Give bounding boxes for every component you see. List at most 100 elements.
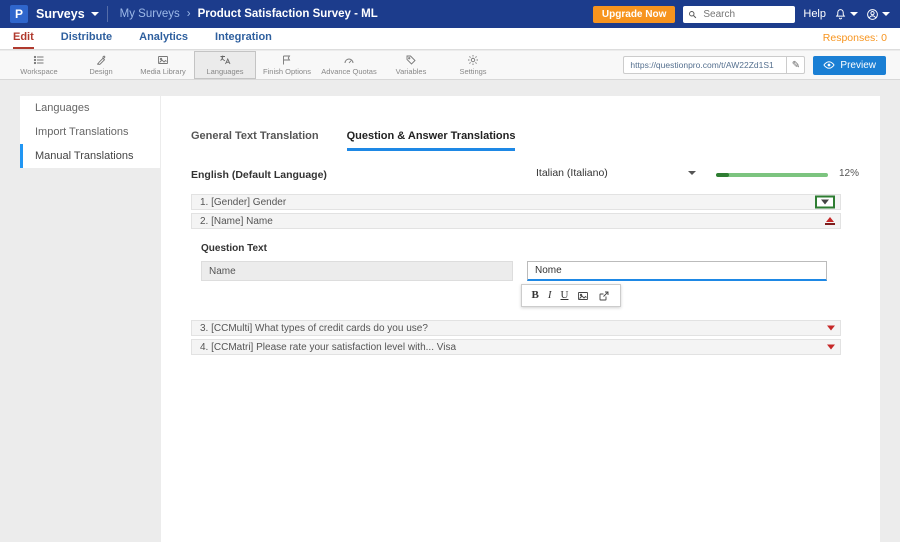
translations-sidebar: Languages Import Translations Manual Tra… (20, 96, 160, 168)
main-nav: Edit Distribute Analytics Integration Re… (0, 28, 900, 50)
target-language-value: Italian (Italiano) (536, 167, 608, 179)
breadcrumb-separator: › (186, 8, 191, 20)
eye-icon (823, 61, 836, 69)
tool-design[interactable]: Design (70, 51, 132, 79)
avatar-icon (867, 8, 878, 20)
expand-control[interactable] (827, 344, 835, 350)
chevron-up-icon (825, 217, 835, 225)
translation-tabs: General Text Translation Question & Answ… (191, 130, 516, 151)
chevron-down-icon (882, 12, 890, 16)
tool-label: Variables (395, 67, 427, 76)
app-window: P Surveys My Surveys › Product Satisfact… (0, 0, 900, 542)
workspace-icon (33, 55, 44, 65)
survey-title: Product Satisfaction Survey - ML (197, 8, 378, 20)
variables-tag-icon (406, 55, 416, 65)
product-menu-label: Surveys (36, 7, 85, 21)
image-icon (578, 291, 589, 300)
chevron-down-icon (688, 171, 696, 175)
chevron-down-icon (827, 325, 835, 331)
tool-label: Languages (206, 67, 244, 76)
preview-button[interactable]: Preview (813, 55, 886, 75)
edit-toolbar: Workspace Design Media Library Languages… (0, 51, 900, 80)
quota-gauge-icon (344, 58, 354, 64)
survey-url-box: ✎ (623, 56, 806, 74)
external-link-icon (600, 291, 609, 300)
breadcrumb-my-surveys[interactable]: My Surveys (120, 8, 180, 20)
question-row-label: 3. [CCMulti] What types of credit cards … (200, 322, 428, 334)
nav-item-distribute[interactable]: Distribute (61, 29, 112, 49)
tool-label: Advance Quotas (321, 67, 377, 76)
settings-gear-icon (468, 55, 478, 65)
question-row-gender[interactable]: 1. [Gender] Gender (191, 194, 841, 210)
selection-highlight-box (815, 195, 835, 209)
search-icon (689, 10, 697, 18)
search-input[interactable] (701, 7, 791, 21)
question-row-ccmatri[interactable]: 4. [CCMatri] Please rate your satisfacti… (191, 339, 841, 355)
tool-settings[interactable]: Settings (442, 51, 504, 79)
tool-variables[interactable]: Variables (380, 51, 442, 79)
sidebar-item-manual-translations[interactable]: Manual Translations (20, 144, 160, 168)
source-text-input (201, 261, 513, 281)
insert-link-button[interactable] (598, 290, 610, 302)
notifications-menu[interactable] (834, 8, 858, 21)
breadcrumb: My Surveys › Product Satisfaction Survey… (120, 8, 378, 20)
bell-icon (835, 8, 846, 19)
tool-finish-options[interactable]: Finish Options (256, 51, 318, 79)
collapse-control[interactable] (825, 217, 835, 225)
question-list: 1. [Gender] Gender 2. [Name] Name Questi… (191, 194, 841, 358)
target-text-input[interactable] (527, 261, 827, 281)
tool-label: Media Library (140, 67, 186, 76)
source-language-label: English (Default Language) (191, 169, 327, 181)
tool-workspace[interactable]: Workspace (8, 51, 70, 79)
question-row-ccmulti[interactable]: 3. [CCMulti] What types of credit cards … (191, 320, 841, 336)
expand-control[interactable] (815, 195, 835, 209)
question-editor: Question Text B I U (191, 243, 841, 317)
nav-item-analytics[interactable]: Analytics (139, 29, 188, 49)
media-library-icon (158, 56, 168, 64)
target-language-select[interactable]: Italian (Italiano) (536, 167, 696, 179)
questionpro-logo: P (10, 5, 28, 23)
tool-label: Finish Options (263, 67, 311, 76)
survey-url-input[interactable] (624, 60, 787, 70)
sidebar-item-languages[interactable]: Languages (20, 96, 160, 120)
tool-label: Settings (459, 67, 487, 76)
translation-progress-bar (716, 173, 828, 177)
chevron-down-icon (850, 12, 858, 16)
tool-advance-quotas[interactable]: Advance Quotas (318, 51, 380, 79)
translation-progress-fill (716, 173, 730, 177)
insert-image-button[interactable] (577, 290, 589, 302)
help-link[interactable]: Help (803, 8, 826, 20)
tab-general-text-translation[interactable]: General Text Translation (191, 130, 319, 151)
formatting-toolbar: B I U (521, 284, 621, 307)
question-row-name[interactable]: 2. [Name] Name (191, 213, 841, 229)
question-row-label: 4. [CCMatri] Please rate your satisfacti… (200, 341, 457, 353)
nav-item-edit[interactable]: Edit (13, 29, 34, 49)
finish-flag-icon (283, 55, 291, 65)
product-menu[interactable]: Surveys (36, 7, 99, 21)
bold-button[interactable]: B (532, 290, 539, 301)
sidebar-item-import-translations[interactable]: Import Translations (20, 120, 160, 144)
languages-translate-icon (220, 55, 231, 65)
expand-control[interactable] (827, 325, 835, 331)
question-row-label: 2. [Name] Name (200, 215, 273, 227)
search-box[interactable] (683, 5, 796, 23)
tab-question-answer-translations[interactable]: Question & Answer Translations (346, 130, 516, 151)
upgrade-now-button[interactable]: Upgrade Now (592, 5, 676, 23)
account-menu[interactable] (866, 8, 890, 21)
italic-button[interactable]: I (548, 290, 552, 301)
nav-item-integration[interactable]: Integration (215, 29, 272, 49)
caret-bar (825, 223, 835, 225)
chevron-down-icon (90, 12, 99, 16)
underline-button[interactable]: U (561, 290, 569, 301)
question-row-label: 1. [Gender] Gender (200, 196, 287, 208)
tool-media-library[interactable]: Media Library (132, 51, 194, 79)
design-brush-icon (96, 55, 106, 65)
responses-count[interactable]: Responses: 0 (823, 32, 887, 49)
topbar-divider (106, 6, 108, 22)
pencil-icon: ✎ (791, 59, 801, 71)
tool-languages[interactable]: Languages (194, 51, 256, 79)
top-bar: P Surveys My Surveys › Product Satisfact… (0, 0, 900, 28)
caret-up (826, 217, 834, 222)
edit-url-button[interactable]: ✎ (786, 57, 804, 73)
translation-progress-percent: 12% (839, 168, 860, 179)
